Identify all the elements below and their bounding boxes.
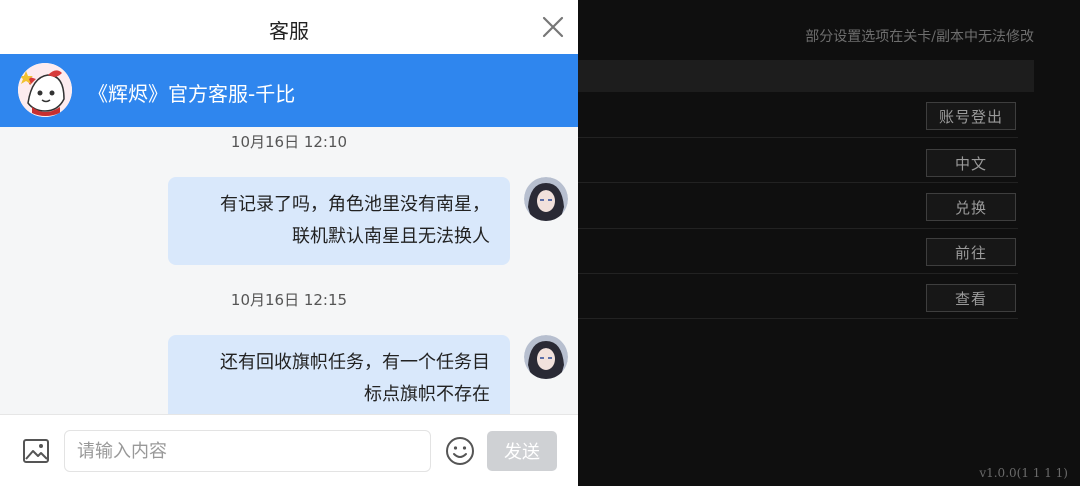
user-avatar	[524, 335, 568, 379]
divider	[578, 318, 1018, 319]
emoji-icon[interactable]	[444, 435, 476, 467]
message-line: 联机默认南星且无法换人	[292, 226, 490, 247]
goto-button[interactable]: 前往	[926, 238, 1016, 266]
logout-button[interactable]: 账号登出	[926, 102, 1016, 130]
view-button[interactable]: 查看	[926, 284, 1016, 312]
divider	[578, 182, 1018, 183]
divider	[578, 137, 1018, 138]
user-avatar	[524, 177, 568, 221]
message-line: 还有回收旗帜任务，有一个任务目	[220, 352, 490, 373]
agent-info-bar: 《辉烬》官方客服-千比	[0, 54, 578, 127]
language-button[interactable]: 中文	[926, 149, 1016, 177]
version-label: v1.0.0(1 1 1 1)	[979, 466, 1068, 480]
settings-note: 部分设置选项在关卡/副本中无法修改	[805, 29, 1034, 45]
chat-input-bar: 发送	[0, 414, 578, 486]
message-line: 标点旗帜不存在	[364, 384, 490, 405]
chat-header: 客服	[0, 0, 578, 54]
settings-header-strip	[578, 60, 1034, 92]
message-timestamp: 10月16日 12:15	[230, 291, 348, 309]
redeem-button[interactable]: 兑换	[926, 193, 1016, 221]
message-input[interactable]	[64, 430, 431, 472]
close-icon[interactable]	[542, 16, 564, 38]
message-timestamp: 10月16日 12:10	[230, 133, 348, 151]
agent-avatar	[18, 63, 72, 117]
send-button[interactable]: 发送	[487, 431, 557, 471]
customer-service-panel: 客服 《辉烬》官方客服-千比 10月16日 12:10 有记录了吗，角色池里没有…	[0, 0, 578, 486]
message-bubble[interactable]: 有记录了吗，角色池里没有南星， 联机默认南星且无法换人	[168, 177, 510, 265]
chat-title: 客服	[269, 19, 309, 43]
divider	[578, 273, 1018, 274]
agent-name: 《辉烬》官方客服-千比	[88, 82, 296, 106]
divider	[578, 228, 1018, 229]
message-bubble[interactable]: 还有回收旗帜任务，有一个任务目 标点旗帜不存在	[168, 335, 510, 423]
message-line: 有记录了吗，角色池里没有南星，	[220, 194, 490, 215]
image-icon[interactable]	[22, 437, 50, 465]
